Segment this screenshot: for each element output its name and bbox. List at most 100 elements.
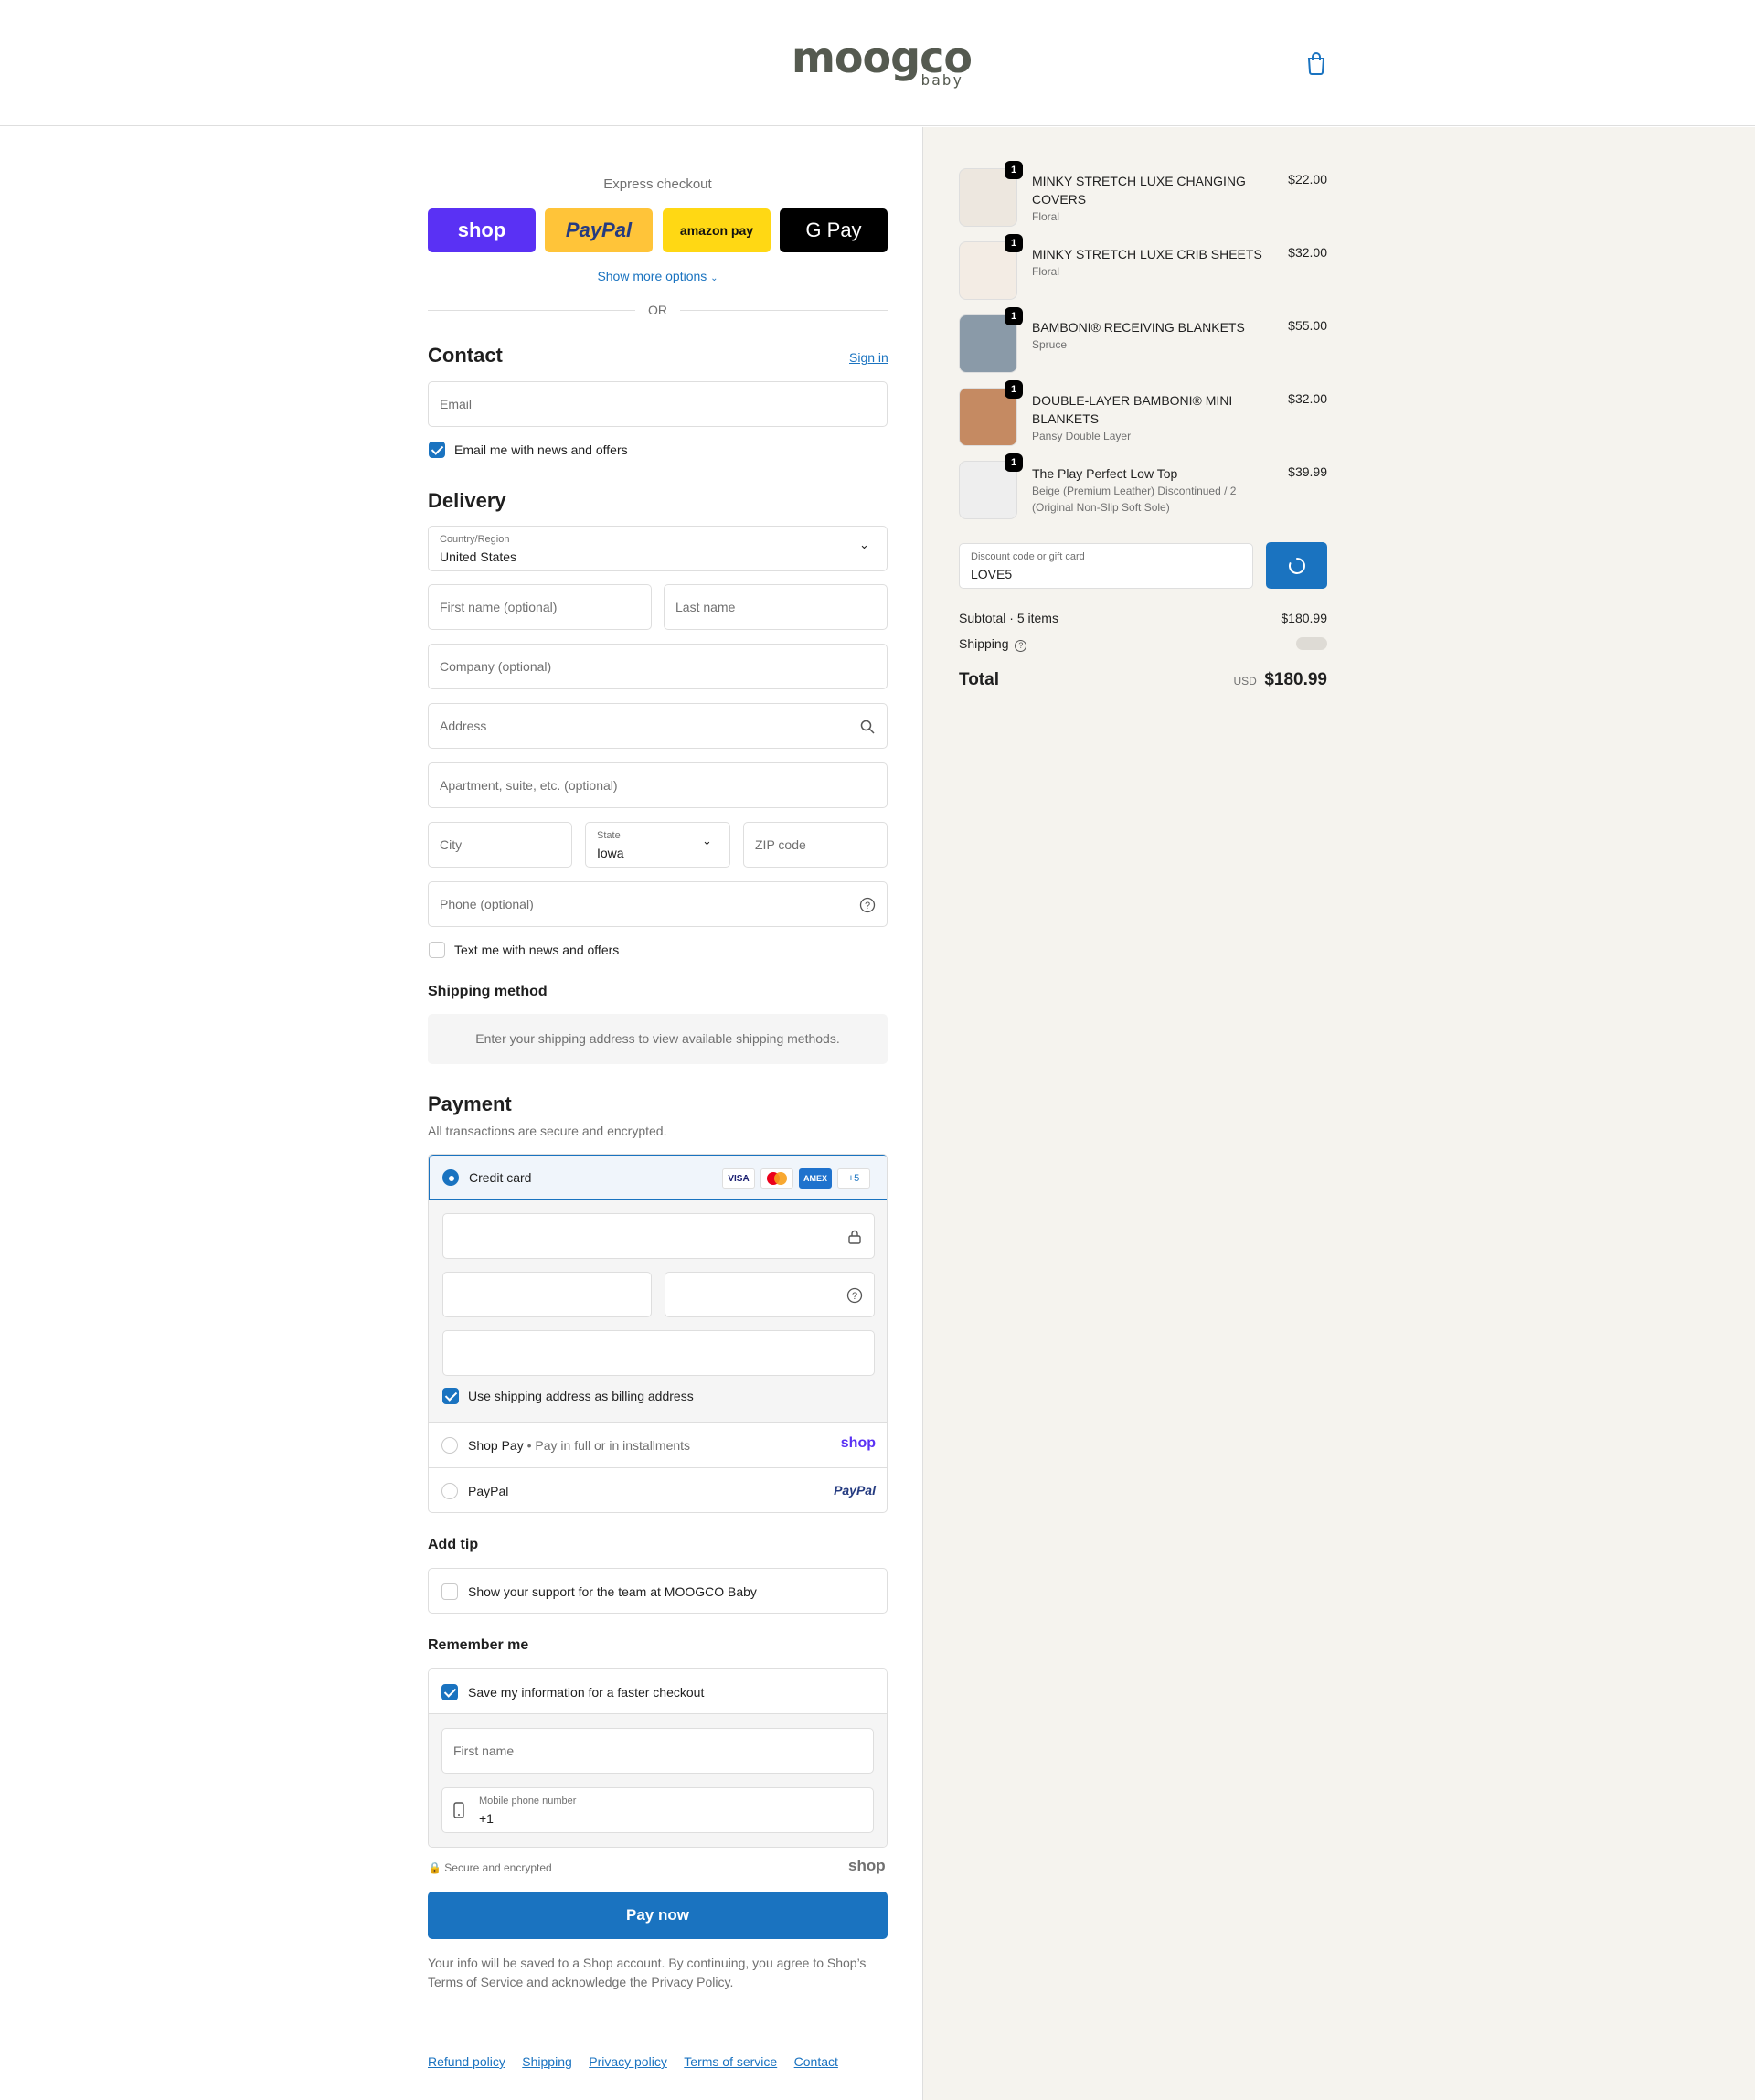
- country-label: Country/Region: [440, 534, 510, 545]
- paypal-option-label: PayPal: [468, 1484, 509, 1498]
- tip-checkbox[interactable]: [441, 1583, 458, 1600]
- zip-field[interactable]: ZIP code: [743, 822, 888, 868]
- show-more-label: Show more options: [597, 269, 707, 283]
- paypal-radio[interactable]: [441, 1483, 458, 1499]
- apartment-field[interactable]: Apartment, suite, etc. (optional): [428, 762, 888, 808]
- first-name-field[interactable]: First name (optional): [428, 584, 652, 630]
- credit-card-radio[interactable]: [442, 1169, 459, 1186]
- quantity-badge: 1: [1005, 453, 1023, 472]
- apply-discount-button[interactable]: [1266, 542, 1327, 589]
- help-circle-icon[interactable]: ?: [1015, 640, 1027, 652]
- shop-pay-option-label: Shop Pay: [468, 1438, 524, 1453]
- shop-pay-button[interactable]: shop: [428, 208, 536, 252]
- help-circle-icon[interactable]: ?: [846, 1287, 863, 1304]
- tip-option[interactable]: Show your support for the team at MOOGCO…: [428, 1568, 888, 1614]
- shipping-row: Shipping ?: [959, 636, 1027, 652]
- item-variant: Beige (Premium Leather) Discontinued / 2…: [1032, 485, 1237, 514]
- divider-line-right: [680, 310, 888, 311]
- quantity-badge: 1: [1005, 380, 1023, 399]
- shipping-link[interactable]: Shipping: [522, 2054, 572, 2069]
- last-name-field[interactable]: Last name: [664, 584, 888, 630]
- google-pay-button[interactable]: G Pay: [780, 208, 888, 252]
- terms-link[interactable]: Terms of Service: [428, 1975, 523, 1989]
- shop-pay-radio[interactable]: [441, 1437, 458, 1454]
- refund-policy-link[interactable]: Refund policy: [428, 2054, 505, 2069]
- amazon-pay-button[interactable]: amazon pay: [663, 208, 771, 252]
- item-price: $39.99: [1288, 464, 1327, 479]
- address-field[interactable]: Address: [428, 703, 888, 749]
- save-info-panel: First name Mobile phone number +1: [429, 1714, 887, 1847]
- item-variant: Floral: [1032, 265, 1060, 278]
- save-info-label: Save my information for a faster checkou…: [468, 1685, 705, 1700]
- last-name-placeholder: Last name: [675, 600, 736, 614]
- subtotal-label: Subtotal · 5 items: [959, 611, 1058, 625]
- shipping-method-message: Enter your shipping address to view avai…: [475, 1031, 840, 1046]
- lock-icon: [848, 1230, 861, 1244]
- remember-first-name-placeholder: First name: [453, 1743, 515, 1758]
- add-tip-heading: Add tip: [428, 1537, 479, 1552]
- paypal-option[interactable]: PayPal PayPal: [429, 1467, 887, 1512]
- mobile-phone-field[interactable]: Mobile phone number +1: [441, 1787, 874, 1833]
- contact-link[interactable]: Contact: [794, 2054, 838, 2069]
- phone-field[interactable]: Phone (optional) ?: [428, 881, 888, 927]
- save-info-checkbox[interactable]: [441, 1684, 458, 1700]
- shop-pay-option[interactable]: Shop Pay • Pay in full or in installment…: [429, 1422, 887, 1467]
- name-on-card-field[interactable]: [442, 1330, 875, 1376]
- lock-icon: 🔒: [428, 1861, 441, 1874]
- email-news-checkbox[interactable]: [429, 442, 445, 458]
- show-more-options-link[interactable]: Show more options ⌄: [428, 269, 888, 283]
- shop-pay-option-sub: Pay in full or in installments: [535, 1438, 691, 1453]
- billing-same-checkbox[interactable]: [442, 1388, 459, 1404]
- loading-spinner-icon: [1289, 558, 1305, 574]
- help-circle-icon[interactable]: ?: [859, 897, 876, 913]
- svg-text:?: ?: [852, 1291, 857, 1302]
- item-info: MINKY STRETCH LUXE CRIB SHEETS Floral: [1032, 245, 1265, 280]
- phone-placeholder: Phone (optional): [440, 897, 534, 911]
- amex-icon: AMEX: [799, 1168, 832, 1189]
- state-select[interactable]: State Iowa ⌄: [585, 822, 730, 868]
- shipping-label: Shipping: [959, 636, 1009, 651]
- chevron-down-icon: ⌄: [859, 538, 869, 551]
- country-select[interactable]: Country/Region United States ⌄: [428, 526, 888, 571]
- quantity-badge: 1: [1005, 234, 1023, 252]
- discount-code-label: Discount code or gift card: [971, 551, 1085, 562]
- order-item: 1 DOUBLE-LAYER BAMBONI® MINI BLANKETS Pa…: [959, 380, 1327, 450]
- checkout-form: Express checkout shop PayPal amazon pay …: [0, 127, 922, 2100]
- sign-in-link[interactable]: Sign in: [849, 350, 888, 365]
- shipping-value-placeholder: [1296, 637, 1327, 650]
- total-row: USD $180.99: [1181, 670, 1327, 690]
- company-field[interactable]: Company (optional): [428, 644, 888, 689]
- shop-logo: shop: [848, 1857, 886, 1874]
- remember-first-name-field[interactable]: First name: [441, 1728, 874, 1774]
- card-number-field[interactable]: [442, 1213, 875, 1259]
- billing-same-label: Use shipping address as billing address: [468, 1389, 694, 1403]
- discount-code-value: LOVE5: [971, 567, 1013, 581]
- text-news-checkbox[interactable]: [429, 942, 445, 958]
- item-name: DOUBLE-LAYER BAMBONI® MINI BLANKETS: [1032, 393, 1233, 426]
- mobile-phone-value: +1: [479, 1811, 494, 1826]
- shopping-bag-icon[interactable]: [1305, 51, 1327, 75]
- city-field[interactable]: City: [428, 822, 572, 868]
- legal-text: Your info will be saved to a Shop accoun…: [428, 1954, 888, 1992]
- shipping-method-heading: Shipping method: [428, 984, 548, 999]
- save-info-row[interactable]: Save my information for a faster checkou…: [429, 1669, 887, 1714]
- privacy-policy-link[interactable]: Privacy policy: [589, 2054, 667, 2069]
- zip-placeholder: ZIP code: [755, 837, 806, 852]
- email-field[interactable]: Email: [428, 381, 888, 427]
- shipping-method-box: Enter your shipping address to view avai…: [428, 1014, 888, 1064]
- expiration-date-field[interactable]: [442, 1272, 652, 1317]
- secure-encrypted-note: 🔒 Secure and encrypted: [428, 1861, 552, 1874]
- paypal-button[interactable]: PayPal: [545, 208, 653, 252]
- more-cards-badge: +5: [837, 1168, 870, 1189]
- discount-code-field[interactable]: Discount code or gift card LOVE5: [959, 543, 1253, 589]
- pay-now-button[interactable]: Pay now: [428, 1892, 888, 1939]
- credit-card-option[interactable]: Credit card VISA AMEX +5: [429, 1155, 887, 1200]
- security-code-field[interactable]: ?: [665, 1272, 875, 1317]
- contact-heading: Contact: [428, 344, 503, 367]
- payment-heading: Payment: [428, 1093, 512, 1115]
- terms-of-service-link[interactable]: Terms of service: [684, 2054, 777, 2069]
- header: moogco baby: [0, 0, 1755, 126]
- privacy-link[interactable]: Privacy Policy: [651, 1975, 729, 1989]
- moogco-logo[interactable]: moogco baby: [792, 37, 973, 91]
- footer-links: Refund policy Shipping Privacy policy Te…: [428, 2054, 851, 2071]
